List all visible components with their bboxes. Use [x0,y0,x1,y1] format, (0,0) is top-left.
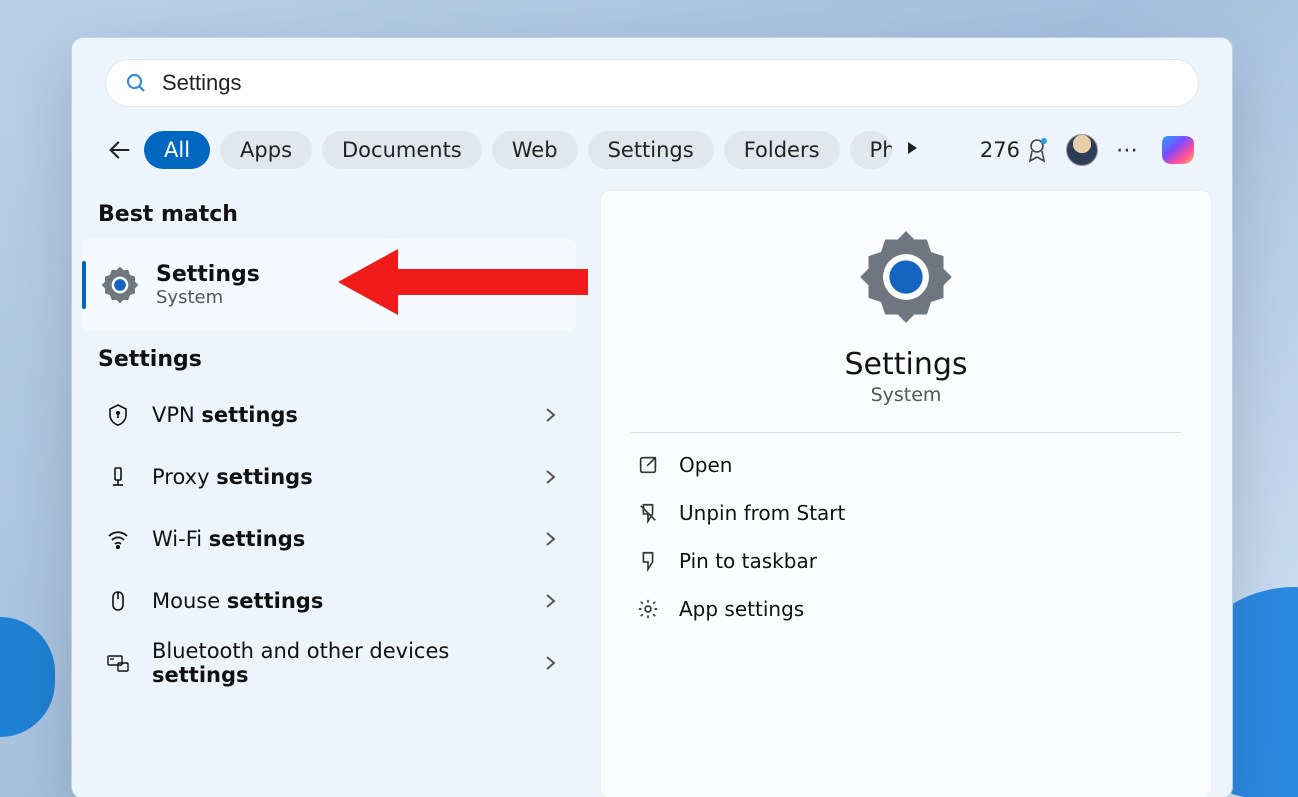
detail-title: Settings [844,347,967,382]
settings-result-4[interactable]: Bluetooth and other devices settings [82,632,576,694]
back-arrow-icon [106,136,134,164]
search-bar[interactable] [106,60,1198,106]
chevron-right-icon [542,469,558,485]
rewards-medal-icon [1026,137,1048,163]
settings-result-1[interactable]: Proxy settings [82,446,576,508]
best-match-title: Settings [156,262,260,287]
best-match-heading: Best match [98,202,582,227]
detail-action-app-settings[interactable]: App settings [631,585,1181,633]
filter-all[interactable]: All [144,131,210,169]
settings-heading: Settings [98,347,582,372]
filter-row: All Apps Documents Web Settings Folders … [106,130,1198,170]
settings-result-2[interactable]: Wi-Fi settings [82,508,576,570]
copilot-icon[interactable] [1158,130,1198,170]
detail-action-label: Unpin from Start [679,501,845,525]
chevron-right-icon [542,407,558,423]
back-button[interactable] [106,136,134,164]
chevron-right-icon [542,593,558,609]
filters-scroll-right[interactable] [904,140,920,160]
more-options[interactable]: ⋯ [1116,138,1140,163]
settings-result-0[interactable]: VPN settings [82,384,576,446]
start-search-window: All Apps Documents Web Settings Folders … [71,37,1233,797]
caret-right-icon [904,140,920,156]
results-column: Best match Settings System Settings [72,190,582,797]
annotation-arrow [338,237,588,327]
settings-result-label: Mouse settings [152,589,542,613]
chevron-right-icon [542,531,558,547]
detail-action-label: Open [679,453,732,477]
settings-result-label: VPN settings [152,403,542,427]
filter-folders[interactable]: Folders [724,131,840,169]
detail-action-open[interactable]: Open [631,441,1181,489]
detail-action-label: Pin to taskbar [679,549,817,573]
user-avatar[interactable] [1066,134,1098,166]
best-match-subtitle: System [156,287,260,308]
best-match-result[interactable]: Settings System [82,239,576,331]
filter-documents[interactable]: Documents [322,131,482,169]
points-value: 276 [980,138,1020,162]
detail-action-pin-to-taskbar[interactable]: Pin to taskbar [631,537,1181,585]
settings-result-label: Bluetooth and other devices settings [152,639,542,687]
detail-pane: Settings System Open Unpin from Start Pin … [600,190,1212,797]
filter-photos[interactable]: Ph [850,131,892,169]
settings-gear-icon [100,265,140,305]
filter-web[interactable]: Web [492,131,578,169]
chevron-right-icon [542,655,558,671]
filter-apps[interactable]: Apps [220,131,312,169]
detail-action-unpin-from-start[interactable]: Unpin from Start [631,489,1181,537]
detail-action-label: App settings [679,597,804,621]
search-input[interactable] [160,69,1180,97]
settings-result-label: Proxy settings [152,465,542,489]
settings-result-3[interactable]: Mouse settings [82,570,576,632]
search-icon [124,71,148,95]
filter-settings[interactable]: Settings [588,131,714,169]
settings-result-label: Wi-Fi settings [152,527,542,551]
wallpaper-shape-left [0,617,55,737]
detail-subtitle: System [871,384,942,406]
rewards-points[interactable]: 276 [980,137,1048,163]
settings-gear-icon-large [856,227,956,327]
